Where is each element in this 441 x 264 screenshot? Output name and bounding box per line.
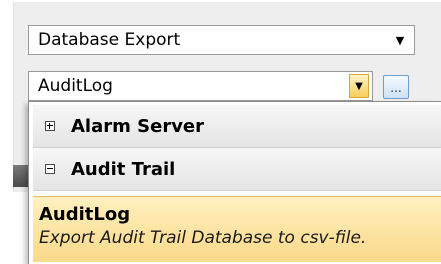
browse-button[interactable]: ... <box>383 75 409 99</box>
log-dropdown-list: Alarm Server Audit Trail AuditLog Export… <box>28 101 441 264</box>
log-value: AuditLog <box>38 76 113 96</box>
group-label: Alarm Server <box>71 115 205 137</box>
item-title: AuditLog <box>39 204 131 225</box>
plus-icon[interactable] <box>45 121 55 131</box>
export-type-combobox[interactable]: Database Export ▼ <box>28 25 415 55</box>
chevron-down-icon[interactable]: ▼ <box>386 26 414 54</box>
minus-icon[interactable] <box>45 164 55 174</box>
group-alarm-server[interactable]: Alarm Server <box>33 105 441 148</box>
chevron-down-icon[interactable]: ▼ <box>349 74 369 98</box>
list-item-auditlog[interactable]: AuditLog Export Audit Trail Database to … <box>33 196 441 262</box>
item-description: Export Audit Trail Database to csv-file. <box>39 228 367 248</box>
log-combobox[interactable]: AuditLog ▼ <box>28 71 373 101</box>
group-label: Audit Trail <box>71 158 176 180</box>
group-audit-trail[interactable]: Audit Trail <box>33 148 441 191</box>
export-type-value: Database Export <box>38 30 181 50</box>
